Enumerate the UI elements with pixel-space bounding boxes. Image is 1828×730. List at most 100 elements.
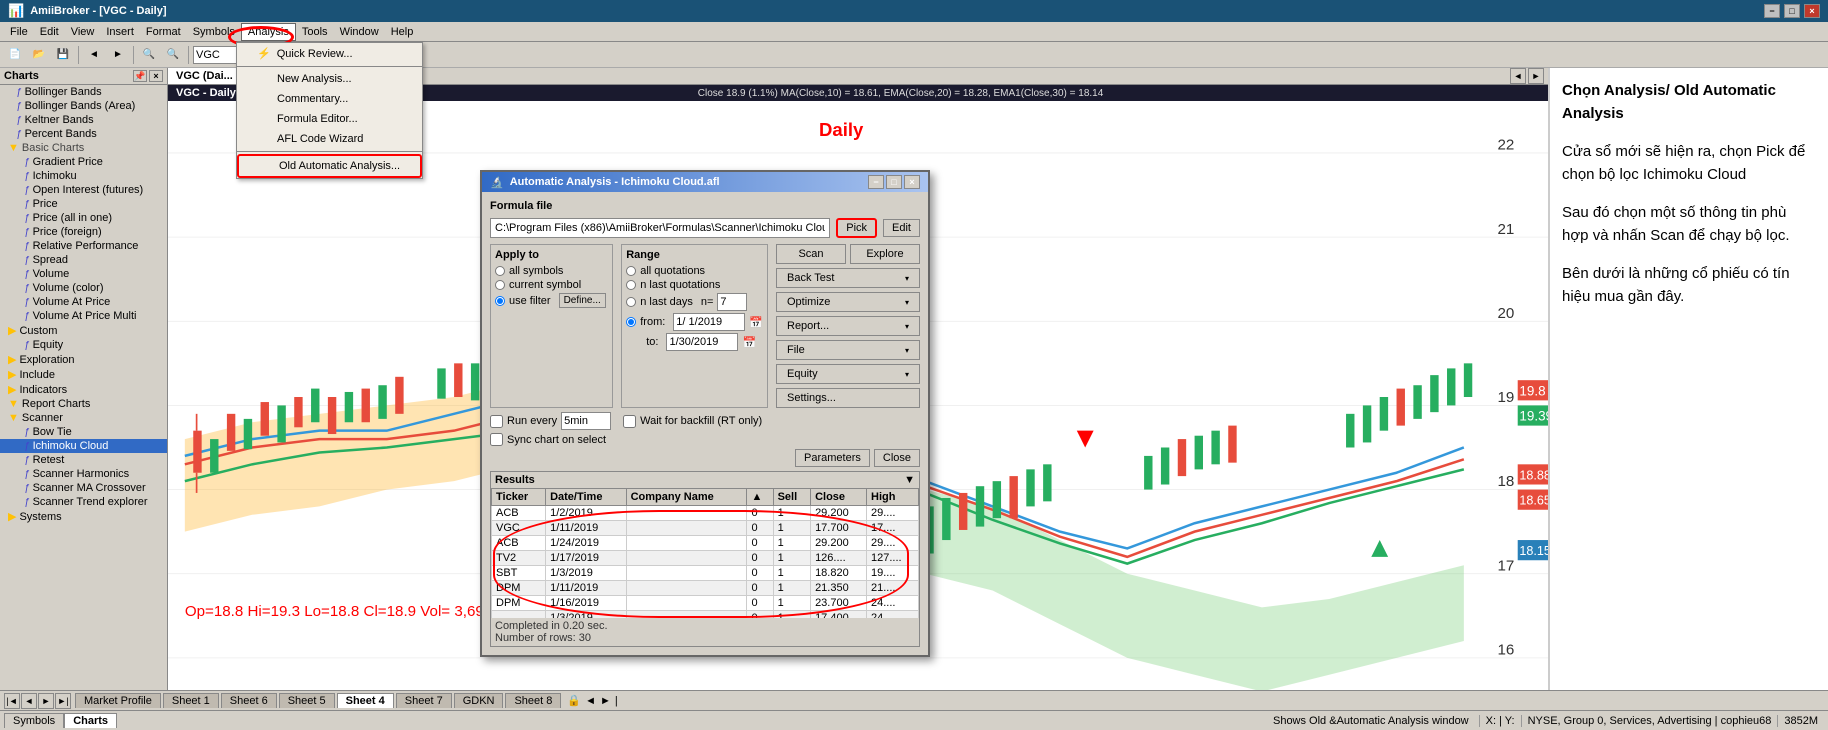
back-test-button[interactable]: Back Test ▾ (776, 268, 920, 288)
tree-item-ichimoku-cloud[interactable]: ƒ Ichimoku Cloud (0, 439, 167, 453)
chart-tab-vgc[interactable]: VGC (Dai... (168, 68, 242, 84)
results-table-container[interactable]: Ticker Date/Time Company Name ▲ Sell Clo… (491, 488, 919, 618)
tree-item-price-all[interactable]: ƒ Price (all in one) (0, 211, 167, 225)
menu-file[interactable]: File (4, 24, 34, 40)
sheet-nav-first[interactable]: |◄ (4, 693, 20, 709)
tree-group-basic[interactable]: ▼ Basic Charts (0, 141, 167, 155)
radio-n-last-days[interactable] (626, 297, 636, 307)
menu-afl-wizard[interactable]: AFL Code Wizard (237, 129, 422, 149)
optimize-button[interactable]: Optimize ▾ (776, 292, 920, 312)
tree-item-spread[interactable]: ƒ Spread (0, 253, 167, 267)
tree-item-open-interest[interactable]: ƒ Open Interest (futures) (0, 183, 167, 197)
sheet-tab-4[interactable]: Sheet 4 (337, 693, 394, 708)
results-expand[interactable]: ▼ (904, 474, 915, 486)
from-date-input[interactable] (673, 313, 745, 331)
pick-button[interactable]: Pick (836, 218, 877, 238)
sheet-tab-6[interactable]: Sheet 6 (221, 693, 277, 708)
sheet-tab-market-profile[interactable]: Market Profile (75, 693, 161, 708)
wait-backfill-check[interactable] (623, 415, 636, 428)
menu-view[interactable]: View (65, 24, 101, 40)
menu-insert[interactable]: Insert (100, 24, 140, 40)
menu-analysis[interactable]: Analysis (241, 23, 296, 41)
tree-group-systems[interactable]: ▶ Systems (0, 509, 167, 524)
tree-group-indicators[interactable]: ▶ Indicators (0, 382, 167, 397)
menu-window[interactable]: Window (334, 24, 385, 40)
define-button[interactable]: Define... (559, 293, 606, 308)
tab-charts[interactable]: Charts (64, 713, 117, 728)
sheet-tab-gdkn[interactable]: GDKN (454, 693, 504, 708)
toolbar-back[interactable]: ◄ (83, 45, 105, 65)
radio-filter[interactable] (495, 296, 505, 306)
menu-tools[interactable]: Tools (296, 24, 334, 40)
menu-symbols[interactable]: Symbols (187, 24, 241, 40)
sheet-nav-prev[interactable]: ◄ (21, 693, 37, 709)
table-row[interactable]: ACB1/2/20190129.20029.... (492, 506, 919, 521)
tree-group-custom[interactable]: ▶ Custom (0, 323, 167, 338)
sync-chart-check[interactable] (490, 433, 503, 446)
sheet-tab-8[interactable]: Sheet 8 (505, 693, 561, 708)
charts-close[interactable]: × (149, 70, 163, 82)
radio-current[interactable] (495, 280, 505, 290)
table-row[interactable]: SBT1/3/20190118.82019.... (492, 566, 919, 581)
toolbar-save[interactable]: 💾 (52, 45, 74, 65)
tree-item-retest[interactable]: ƒ Retest (0, 453, 167, 467)
run-every-check[interactable] (490, 415, 503, 428)
n-input[interactable] (717, 293, 747, 311)
close-dialog-button[interactable]: Close (874, 449, 920, 467)
tree-item-price[interactable]: ƒ Price (0, 197, 167, 211)
equity-button[interactable]: Equity ▾ (776, 364, 920, 384)
radio-n-last-quot[interactable] (626, 280, 636, 290)
maximize-btn[interactable]: □ (1784, 4, 1800, 18)
run-every-input[interactable] (561, 412, 611, 430)
table-row[interactable]: ...1/3/20190117.40024.... (492, 611, 919, 619)
aa-maximize[interactable]: □ (886, 175, 902, 189)
close-btn[interactable]: × (1804, 4, 1820, 18)
tree-item-scanner-harmonics[interactable]: ƒ Scanner Harmonics (0, 467, 167, 481)
menu-help[interactable]: Help (385, 24, 420, 40)
tree-item-vol-at-price-multi[interactable]: ƒ Volume At Price Multi (0, 309, 167, 323)
toolbar-open[interactable]: 📂 (28, 45, 50, 65)
table-row[interactable]: DPM1/16/20190123.70024.... (492, 596, 919, 611)
tree-item-volume-color[interactable]: ƒ Volume (color) (0, 281, 167, 295)
minimize-btn[interactable]: − (1764, 4, 1780, 18)
sheet-nav-next[interactable]: ► (38, 693, 54, 709)
file-button[interactable]: File ▾ (776, 340, 920, 360)
tree-item-price-foreign[interactable]: ƒ Price (foreign) (0, 225, 167, 239)
report-button[interactable]: Report... ▾ (776, 316, 920, 336)
menu-format[interactable]: Format (140, 24, 187, 40)
tree-item-bow-tie[interactable]: ƒ Bow Tie (0, 425, 167, 439)
radio-all[interactable] (495, 266, 505, 276)
explore-button[interactable]: Explore (850, 244, 920, 264)
tree-item-vol-at-price[interactable]: ƒ Volume At Price (0, 295, 167, 309)
radio-from[interactable] (626, 317, 636, 327)
menu-formula-editor[interactable]: Formula Editor... (237, 109, 422, 129)
radio-all-quot[interactable] (626, 266, 636, 276)
chart-nav-right[interactable]: ► (1528, 68, 1544, 84)
sheet-tab-7[interactable]: Sheet 7 (396, 693, 452, 708)
sheet-tab-5[interactable]: Sheet 5 (279, 693, 335, 708)
table-row[interactable]: VGC1/11/20190117.70017.... (492, 521, 919, 536)
tree-group-scanner[interactable]: ▼ Scanner (0, 411, 167, 425)
table-row[interactable]: ACB1/24/20190129.20029.... (492, 536, 919, 551)
tree-item-bollinger-area[interactable]: ƒ Bollinger Bands (Area) (0, 99, 167, 113)
menu-old-aa[interactable]: Old Automatic Analysis... (237, 154, 422, 178)
tree-item-gradient[interactable]: ƒ Gradient Price (0, 155, 167, 169)
settings-button[interactable]: Settings... (776, 388, 920, 408)
scan-button[interactable]: Scan (776, 244, 846, 264)
toolbar-fwd[interactable]: ► (107, 45, 129, 65)
menu-quick-review[interactable]: ⚡ Quick Review... (237, 43, 422, 64)
tree-item-scanner-trend[interactable]: ƒ Scanner Trend explorer (0, 495, 167, 509)
table-row[interactable]: DPM1/11/20190121.35021.... (492, 581, 919, 596)
tree-item-bollinger[interactable]: ƒ Bollinger Bands (0, 85, 167, 99)
tree-item-percent[interactable]: ƒ Percent Bands (0, 127, 167, 141)
tree-group-report[interactable]: ▼ Report Charts (0, 397, 167, 411)
chart-nav-left[interactable]: ◄ (1510, 68, 1526, 84)
aa-close[interactable]: × (904, 175, 920, 189)
aa-minimize[interactable]: − (868, 175, 884, 189)
tree-item-keltner[interactable]: ƒ Keltner Bands (0, 113, 167, 127)
table-row[interactable]: TV21/17/201901126....127.... (492, 551, 919, 566)
formula-path-input[interactable] (490, 218, 830, 238)
tree-item-equity[interactable]: ƒ Equity (0, 338, 167, 352)
date-picker-icon[interactable]: 📅 (749, 316, 763, 329)
toolbar-zoom-out[interactable]: 🔍 (162, 45, 184, 65)
